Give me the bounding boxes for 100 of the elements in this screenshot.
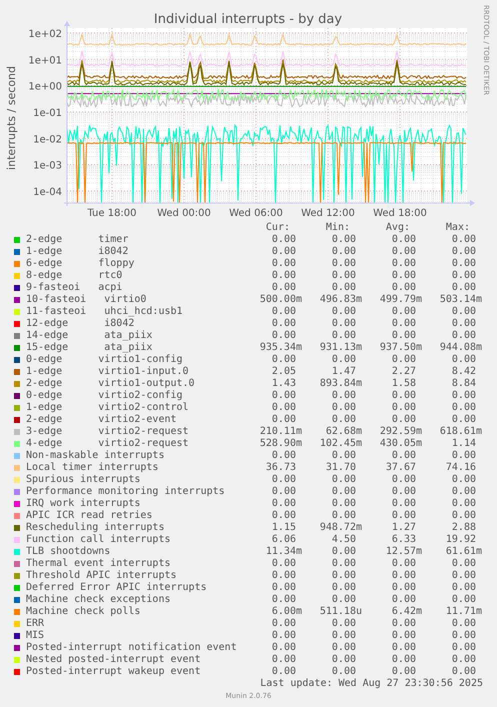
value-cell-text: 0.00 <box>330 618 357 630</box>
value-cell-text: 0.00 <box>390 498 417 510</box>
value-cell-text: 0.00 <box>450 270 477 282</box>
legend-label: 1-edge virtio1-input.0 <box>26 366 190 378</box>
value-cell-text: 0.00 <box>270 354 297 366</box>
legend-label: Threshold APIC interrupts <box>26 570 178 582</box>
value-cell-text: 1.43 <box>270 378 297 390</box>
value-cell-text: 944.08m <box>438 342 482 354</box>
value-cell-text: 0.00 <box>450 582 477 594</box>
value-cell-text: 0.00 <box>270 282 297 294</box>
value-cell-text: 0.00 <box>270 642 297 654</box>
value-cell-text: 1.47 <box>330 366 357 378</box>
legend-label: 0-edge virtio2-config <box>26 390 184 402</box>
value-cell-text: 0.00 <box>330 666 357 678</box>
column-header: Cur: <box>264 222 291 234</box>
value-cell-text: 0.00 <box>450 318 477 330</box>
value-cell-text: 4.50 <box>330 534 357 546</box>
value-cell-text: 0.00 <box>270 570 297 582</box>
value-cell-text: 0.00 <box>330 270 357 282</box>
value-cell-text: 19.92 <box>444 534 477 546</box>
value-cell-text: 1.58 <box>390 378 417 390</box>
y-tick-label: 1e+00 <box>28 82 62 93</box>
legend-label: 1-edge virtio2-control <box>26 402 190 414</box>
last-update-text: Last update: Wed Aug 27 23:30:56 2025 <box>260 678 483 691</box>
value-cell-text: 62.68m <box>324 426 362 438</box>
legend-label: Posted-interrupt notification event <box>26 642 238 654</box>
value-cell-text: 503.14m <box>438 294 482 306</box>
value-cell-text: 292.59m <box>378 426 422 438</box>
legend-label: 15-edge ata_piix <box>26 342 154 354</box>
value-cell-text: 0.00 <box>330 234 357 246</box>
legend-label: 1-edge i8042 <box>26 246 130 258</box>
legend-label: 9-fasteoi acpi <box>26 282 124 294</box>
value-cell-text: 0.00 <box>450 594 477 606</box>
value-cell-text: 0.00 <box>390 618 417 630</box>
value-cell-text: 0.00 <box>450 354 477 366</box>
value-cell-text: 893.84m <box>318 378 362 390</box>
column-header: Min: <box>324 222 351 234</box>
x-tick-label: Wed 00:00 <box>157 208 211 219</box>
value-cell-text: 0.00 <box>390 510 417 522</box>
value-cell-text: 0.00 <box>450 618 477 630</box>
value-cell-text: 0.00 <box>270 246 297 258</box>
value-cell-text: 0.00 <box>450 570 477 582</box>
y-tick-label: 1e-02 <box>33 134 62 146</box>
value-cell-text: 0.00 <box>270 474 297 486</box>
value-cell-text: 6.33 <box>390 534 417 546</box>
chart-title: Individual interrupts - by day <box>154 12 342 27</box>
legend-label: 11-fasteoi uhci_hcd:usb1 <box>26 306 184 318</box>
legend-label: Rescheduling interrupts <box>26 522 166 534</box>
value-cell-text: 0.00 <box>330 318 357 330</box>
value-cell-text: 0.00 <box>390 390 417 402</box>
legend-label: 12-edge i8042 <box>26 318 136 330</box>
legend-label: Function call interrupts <box>26 534 172 546</box>
value-cell-text: 0.00 <box>330 474 357 486</box>
value-cell-text: 0.00 <box>390 270 417 282</box>
value-cell-text: 0.00 <box>330 390 357 402</box>
value-cell-text: 0.00 <box>330 558 357 570</box>
value-cell-text: 6.06 <box>270 534 297 546</box>
value-cell-text: 0.00 <box>450 330 477 342</box>
value-cell-text: 0.00 <box>450 630 477 642</box>
value-cell-text: 0.00 <box>330 594 357 606</box>
value-cell-text: 618.61m <box>438 426 482 438</box>
x-tick-label: Tue 18:00 <box>87 208 137 219</box>
value-cell-text: 0.00 <box>330 282 357 294</box>
value-cell-text: 0.00 <box>390 594 417 606</box>
value-cell-text: 0.00 <box>330 498 357 510</box>
value-cell-text: 102.45m <box>318 438 362 450</box>
value-cell-text: 0.00 <box>450 246 477 258</box>
value-cell-text: 499.79m <box>378 294 422 306</box>
y-tick-label: 1e-04 <box>33 186 62 198</box>
value-cell-text: 0.00 <box>390 486 417 498</box>
value-cell-text: 0.00 <box>330 654 357 666</box>
value-cell-text: 2.88 <box>450 522 477 534</box>
value-cell-text: 2.27 <box>390 366 417 378</box>
legend-label: Nested posted-interrupt event <box>26 654 202 666</box>
value-cell-text: 0.00 <box>270 234 297 246</box>
value-cell-text: 0.00 <box>270 594 297 606</box>
value-cell-text: 36.73 <box>264 462 297 474</box>
value-cell-text: 0.00 <box>390 474 417 486</box>
value-cell-text: 0.00 <box>390 330 417 342</box>
legend-label: 2-edge virtio1-output.0 <box>26 378 196 390</box>
legend-label: 6-edge floppy <box>26 258 136 270</box>
value-cell-text: 0.00 <box>330 510 357 522</box>
legend-label: Local timer interrupts <box>26 462 160 474</box>
value-cell-text: 0.00 <box>270 654 297 666</box>
value-cell-text: 528.90m <box>258 438 302 450</box>
value-cell-text: 0.00 <box>450 402 477 414</box>
y-axis-label: interrupts / second <box>5 66 18 170</box>
value-cell-text: 0.00 <box>450 306 477 318</box>
value-cell-text: 935.34m <box>258 342 302 354</box>
value-cell-text: 0.00 <box>270 330 297 342</box>
legend-label: Deferred Error APIC interrupts <box>26 582 208 594</box>
legend-label: 14-edge ata_piix <box>26 330 154 342</box>
value-cell-text: 8.42 <box>450 366 477 378</box>
legend-label: Thermal event interrupts <box>26 558 172 570</box>
value-cell-text: 0.00 <box>450 654 477 666</box>
legend-label: 0-edge virtio1-config <box>26 354 184 366</box>
legend-label: MIS <box>26 630 46 642</box>
value-cell-text: 0.00 <box>390 570 417 582</box>
value-cell-text: 0.00 <box>270 498 297 510</box>
value-cell-text: 6.42m <box>390 606 422 618</box>
